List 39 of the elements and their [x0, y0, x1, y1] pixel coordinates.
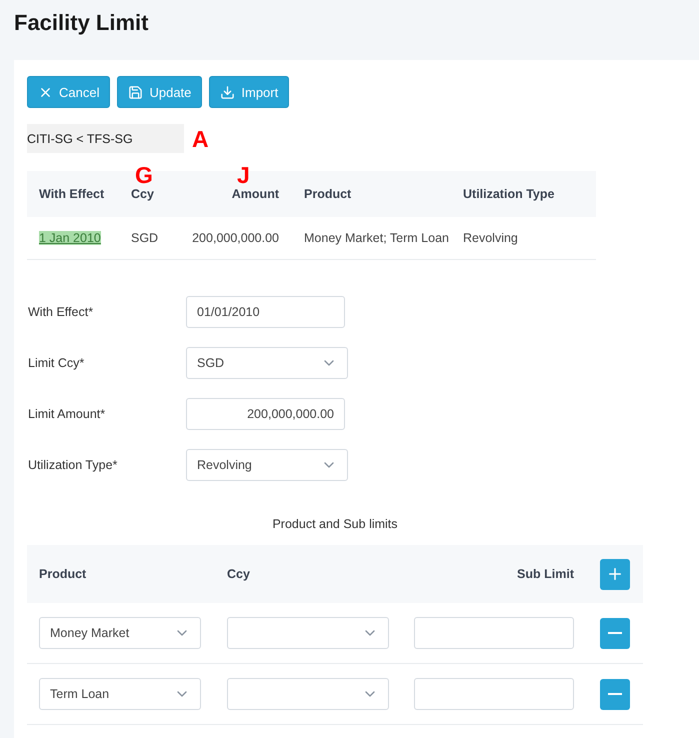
breadcrumb: CITI-SG < TFS-SG — [27, 124, 184, 153]
table-cell-text: SGD — [131, 231, 160, 245]
input-field[interactable]: 200,000,000.00 — [186, 398, 345, 430]
column-header: Product — [39, 567, 88, 581]
input-field[interactable]: 01/01/2010 — [186, 296, 345, 328]
table-cell-text: Money Market; Term Loan — [303, 231, 450, 245]
minus-icon — [608, 693, 622, 695]
remove-button[interactable] — [600, 618, 630, 648]
select-field[interactable]: SGD — [186, 347, 348, 379]
column-header: Amount — [230, 187, 280, 201]
field-label: With Effect* — [27, 305, 94, 319]
field-label: Limit Amount* — [27, 407, 106, 421]
add-button[interactable] — [600, 558, 630, 590]
column-header: Ccy — [131, 187, 155, 201]
page-title: Facility Limit — [14, 10, 150, 36]
remove-button[interactable] — [600, 678, 630, 710]
select-field[interactable] — [227, 617, 389, 649]
plus-icon — [606, 565, 624, 583]
field-label: Utilization Type* — [27, 458, 118, 472]
select-field[interactable]: Money Market — [39, 617, 201, 649]
field-label: Limit Ccy* — [27, 356, 86, 370]
section-title: Product and Sub limits — [271, 517, 399, 531]
column-header: Product — [303, 187, 352, 201]
table-cell-text: Revolving — [463, 231, 519, 245]
input-field[interactable] — [414, 617, 574, 649]
column-header: Ccy — [227, 567, 251, 581]
column-header: Sub Limit — [516, 567, 574, 581]
column-header: With Effect — [39, 187, 106, 201]
column-header: Utilization Type — [463, 187, 556, 201]
annotation-letter: J — [237, 163, 250, 187]
select-field[interactable]: Revolving — [186, 449, 348, 481]
input-field[interactable] — [414, 678, 574, 710]
table-cell-text: 200,000,000.00 — [191, 231, 280, 245]
annotation-letter: G — [135, 163, 153, 187]
annotation-letter: A — [192, 127, 209, 151]
select-field[interactable]: Term Loan — [39, 678, 201, 710]
select-field[interactable] — [227, 678, 389, 710]
minus-icon — [608, 632, 622, 634]
download-icon — [220, 84, 236, 100]
